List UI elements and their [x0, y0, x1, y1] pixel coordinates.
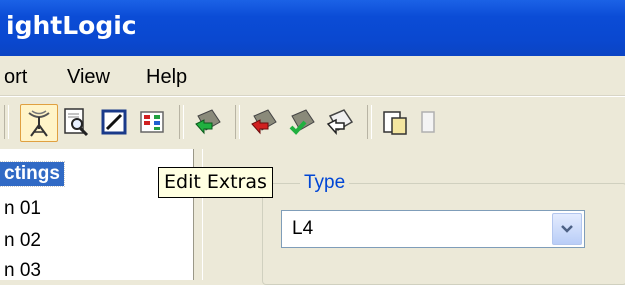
- paste-button[interactable]: [378, 104, 416, 142]
- toolbar-separator: [367, 105, 372, 139]
- tree-item[interactable]: n 02: [0, 229, 45, 253]
- paste-icon: [383, 111, 407, 135]
- arrow-green-icon: [195, 109, 221, 135]
- print-preview-icon: [64, 108, 89, 137]
- antenna-icon: [28, 110, 50, 137]
- green-arrow-button[interactable]: [190, 104, 228, 142]
- menu-bar: ort View Help: [0, 56, 625, 96]
- menu-item-help[interactable]: Help: [146, 65, 187, 89]
- toolbar-separator: [4, 105, 9, 139]
- menu-item-view[interactable]: View: [67, 65, 110, 89]
- color-grid-icon: [140, 111, 164, 133]
- antenna-button[interactable]: [20, 104, 58, 142]
- edit-extras-icon: [101, 109, 127, 135]
- type-combobox[interactable]: L4: [281, 210, 585, 248]
- check-green-icon: [289, 109, 315, 135]
- tree-item-settings[interactable]: ctings: [0, 161, 65, 187]
- toolbar: [0, 96, 625, 150]
- arrow-red-icon: [251, 109, 277, 135]
- copy-icon: [421, 111, 435, 133]
- title-bar[interactable]: ightLogic: [0, 0, 625, 56]
- dropdown-button[interactable]: [552, 213, 582, 245]
- tree-item[interactable]: n 03: [0, 259, 45, 283]
- window-title: ightLogic: [6, 11, 137, 40]
- menu-item-export[interactable]: ort: [4, 65, 27, 89]
- type-combobox-value: L4: [292, 218, 314, 239]
- toolbar-separator: [235, 105, 240, 139]
- tooltip: Edit Extras: [158, 167, 273, 198]
- color-grid-button[interactable]: [134, 104, 172, 142]
- arrow-outline-icon: [326, 109, 354, 135]
- green-check-button[interactable]: [284, 104, 322, 142]
- disabled-copy-button[interactable]: [416, 104, 454, 142]
- red-arrow-button[interactable]: [246, 104, 284, 142]
- print-preview-button[interactable]: [58, 104, 96, 142]
- tree-item[interactable]: n 01: [0, 197, 45, 221]
- type-group-label: Type: [300, 172, 350, 194]
- outline-arrow-button[interactable]: [322, 104, 360, 142]
- toolbar-separator: [179, 105, 184, 139]
- chevron-down-icon: [561, 225, 573, 233]
- edit-extras-button[interactable]: [96, 104, 134, 142]
